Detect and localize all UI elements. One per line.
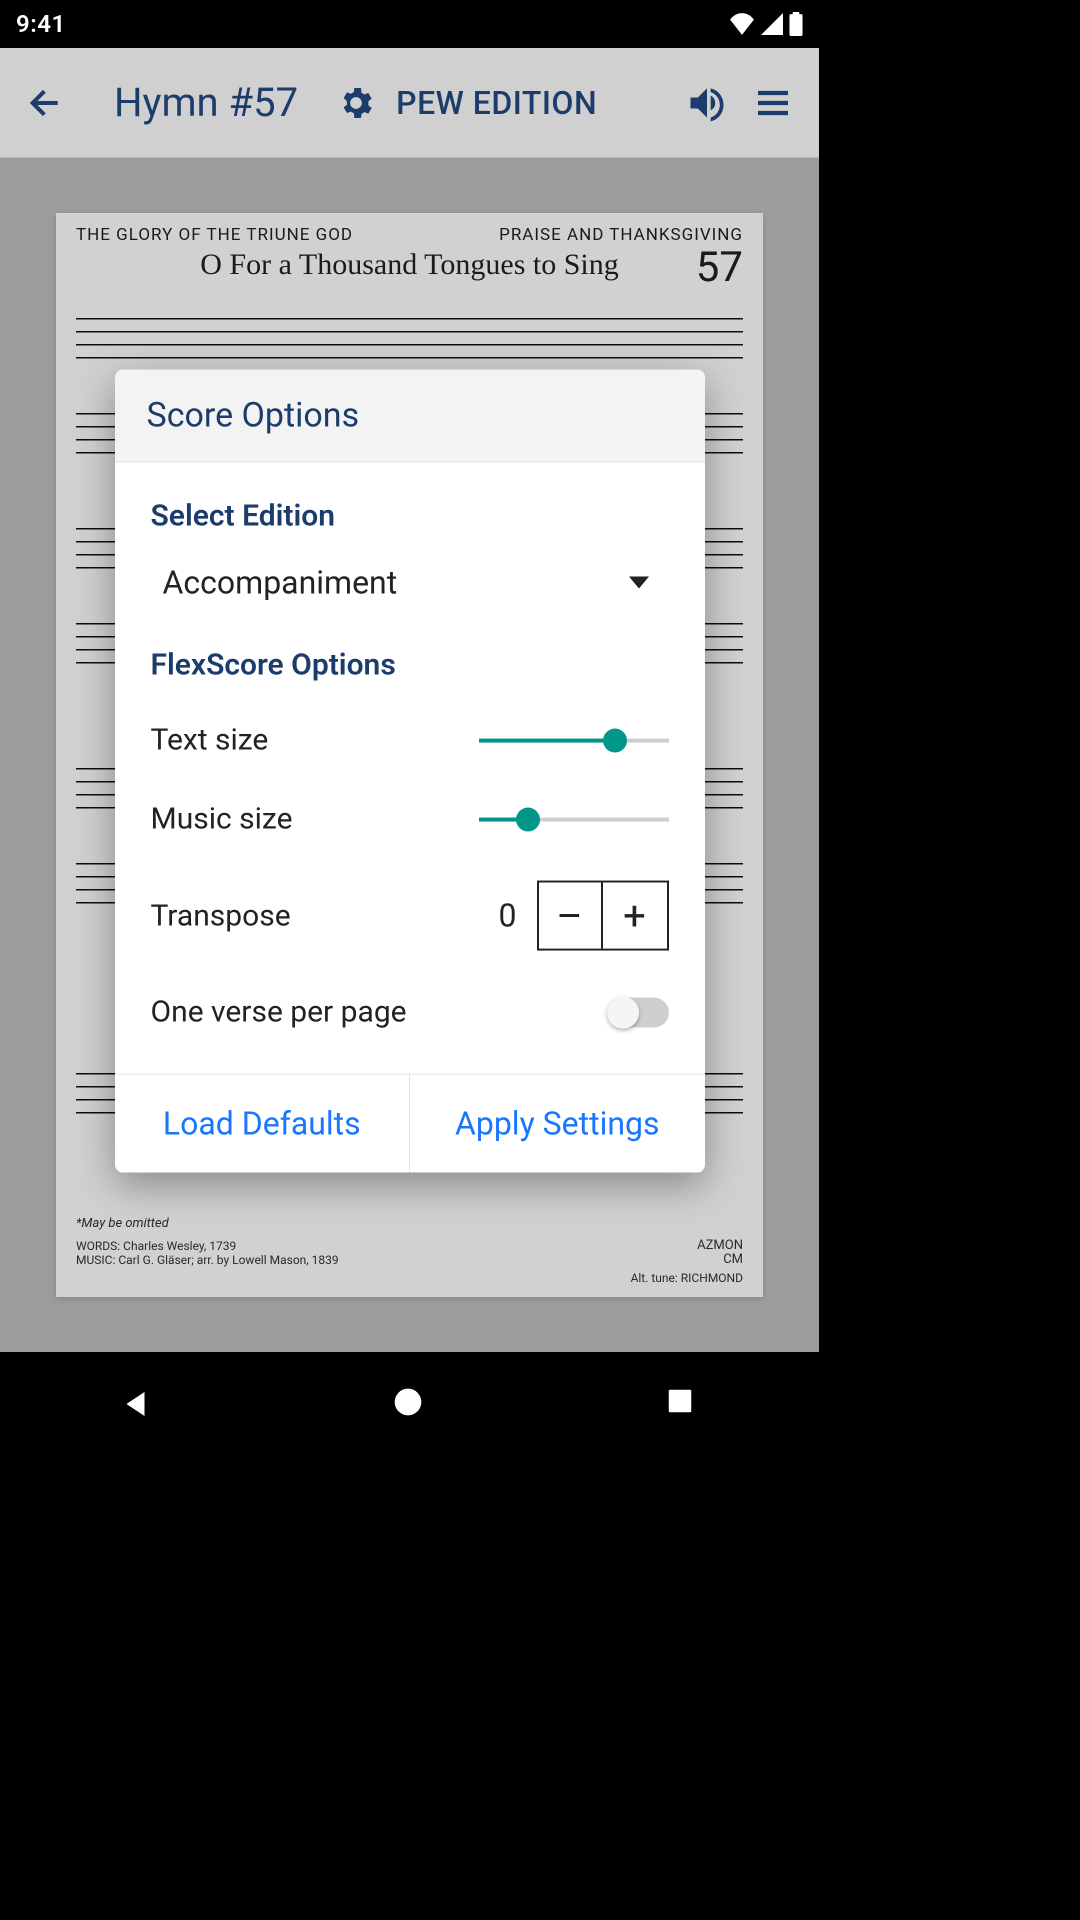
page-area: THE GLORY OF THE TRIUNE GOD PRAISE AND T…	[0, 158, 819, 1352]
apply-settings-button[interactable]: Apply Settings	[410, 1075, 705, 1173]
edition-value: Accompaniment	[163, 564, 398, 602]
nav-back-button[interactable]	[119, 1386, 155, 1422]
dialog-title: Score Options	[115, 370, 705, 463]
music-size-label: Music size	[151, 802, 293, 837]
cell-icon	[761, 13, 783, 35]
music-size-slider[interactable]	[479, 809, 669, 829]
status-time: 9:41	[16, 10, 66, 38]
status-icons	[729, 12, 803, 36]
nav-home-button[interactable]	[392, 1386, 428, 1422]
back-button[interactable]	[20, 77, 72, 129]
text-size-label: Text size	[151, 723, 269, 758]
arrow-back-icon	[26, 83, 66, 123]
gear-icon	[336, 83, 376, 123]
hamburger-icon	[753, 83, 793, 123]
text-size-slider[interactable]	[479, 730, 669, 750]
flexscore-heading: FlexScore Options	[151, 648, 669, 683]
transpose-value: 0	[499, 897, 517, 935]
wifi-icon	[729, 13, 755, 35]
transpose-stepper: – +	[537, 881, 669, 951]
transpose-minus-button[interactable]: –	[539, 883, 603, 949]
chevron-down-icon	[629, 577, 649, 589]
one-verse-label: One verse per page	[151, 995, 407, 1030]
load-defaults-button[interactable]: Load Defaults	[115, 1075, 411, 1173]
menu-button[interactable]	[747, 77, 799, 129]
battery-icon	[789, 12, 803, 36]
page-title: Hymn #57	[114, 79, 298, 126]
toolbar: Hymn #57 PEW EDITION	[0, 48, 819, 158]
edition-dropdown[interactable]: Accompaniment	[151, 552, 669, 634]
transpose-plus-button[interactable]: +	[603, 883, 667, 949]
audio-button[interactable]	[681, 77, 733, 129]
select-edition-heading: Select Edition	[151, 499, 669, 534]
android-nav-bar	[0, 1352, 819, 1456]
transpose-label: Transpose	[151, 898, 291, 933]
edition-label[interactable]: PEW EDITION	[396, 84, 597, 122]
score-options-dialog: Score Options Select Edition Accompanime…	[115, 370, 705, 1173]
nav-recent-button[interactable]	[665, 1386, 701, 1422]
status-bar: 9:41	[0, 0, 819, 48]
one-verse-toggle[interactable]	[607, 997, 669, 1027]
settings-button[interactable]	[330, 77, 382, 129]
toggle-knob	[607, 996, 639, 1028]
speaker-icon	[685, 81, 729, 125]
